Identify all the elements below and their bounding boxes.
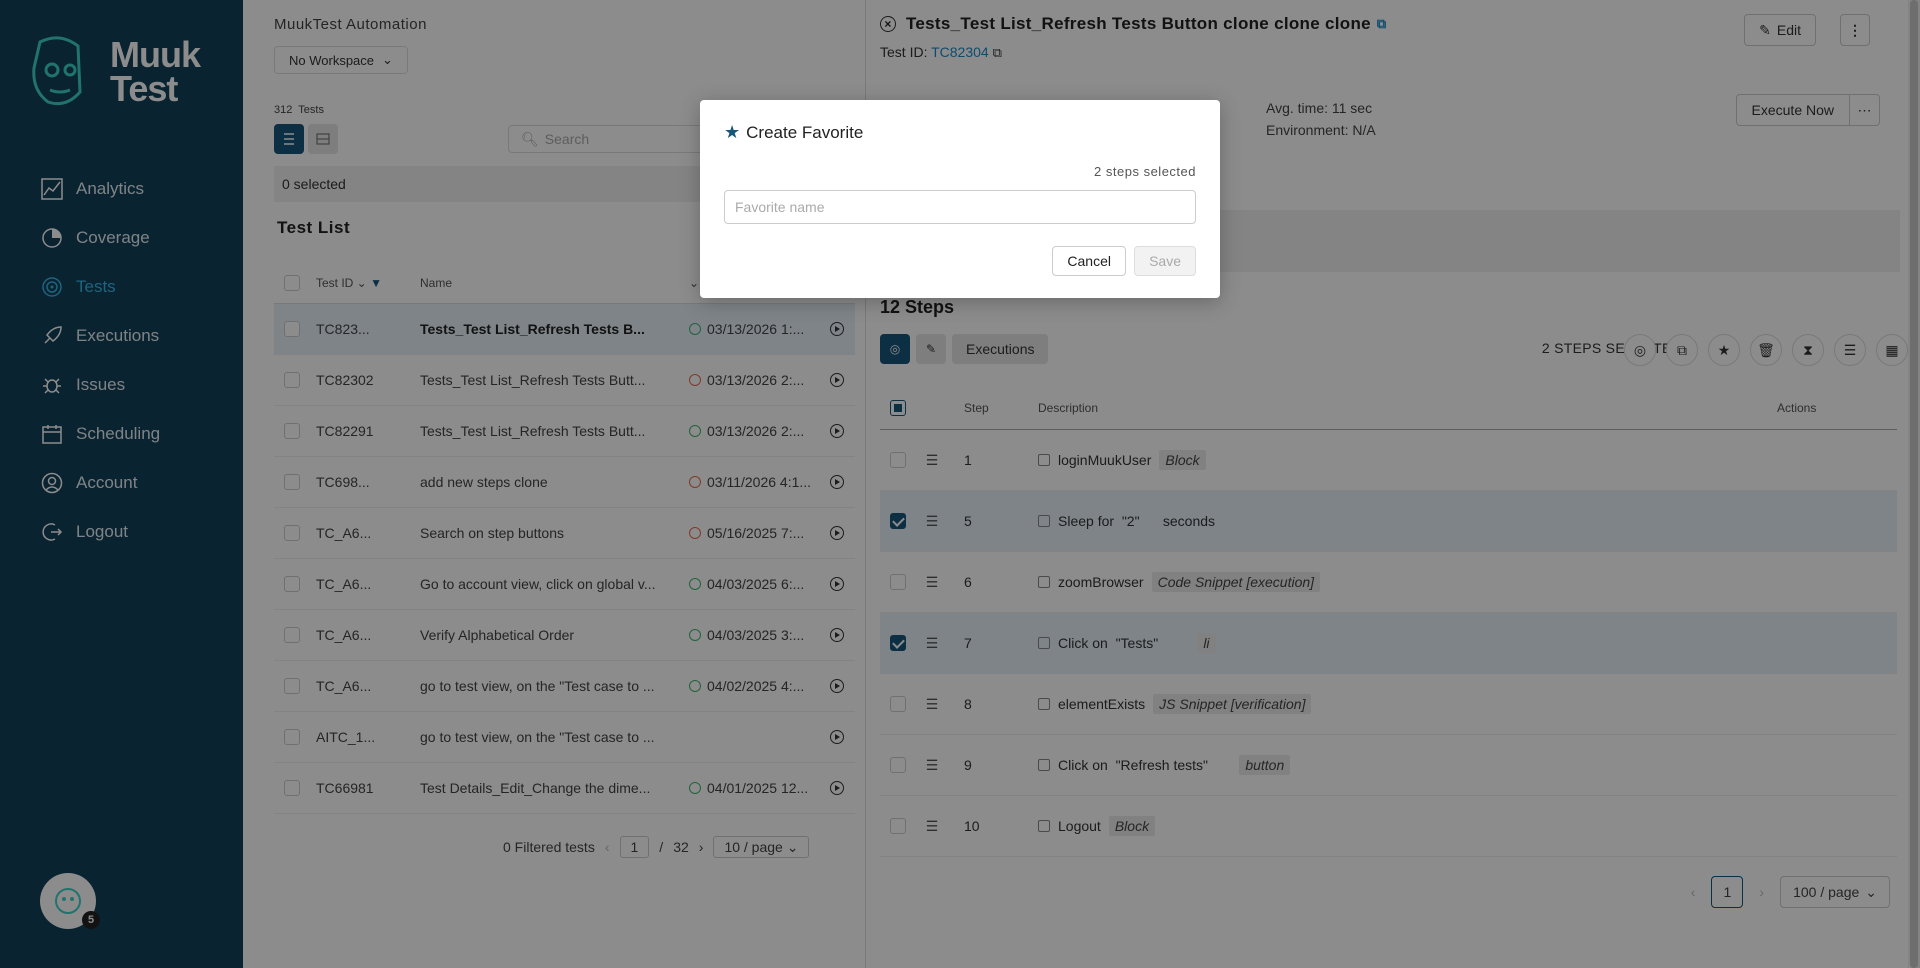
save-button[interactable]: Save [1134, 246, 1196, 276]
star-icon: ★ [724, 122, 741, 142]
modal-title: ★ Create Favorite [724, 122, 863, 143]
create-favorite-modal: ★ Create Favorite 2 steps selected Cance… [700, 100, 1220, 298]
favorite-name-input[interactable] [724, 190, 1196, 224]
modal-selected-count: 2 steps selected [1094, 164, 1196, 179]
cancel-button[interactable]: Cancel [1052, 246, 1126, 276]
modal-title-text: Create Favorite [746, 122, 864, 142]
